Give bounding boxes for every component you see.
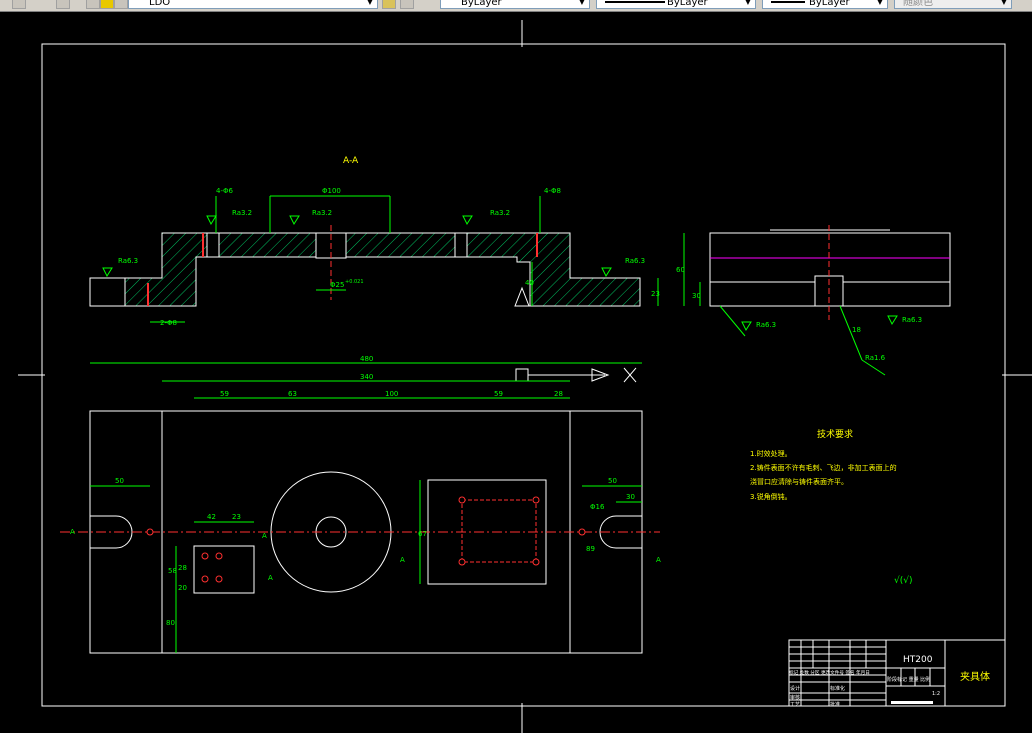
- svg-text:A: A: [400, 556, 405, 564]
- svg-text:Ra6.3: Ra6.3: [625, 257, 645, 265]
- svg-text:Ra3.2: Ra3.2: [490, 209, 510, 217]
- svg-text:Ra3.2: Ra3.2: [232, 209, 252, 217]
- layer-dropdown[interactable]: LDO ▼: [128, 0, 378, 9]
- side-view: 60 30 18 Ra6.3 Ra6.3 Ra1.6: [676, 225, 951, 376]
- technical-requirements: 技术要求 1.时效处理。 2.铸件表面不许有毛刺、飞边，非加工表面上的 浇冒口应…: [750, 428, 913, 586]
- svg-text:批准: 批准: [830, 701, 840, 708]
- sun-icon[interactable]: [100, 0, 114, 9]
- svg-text:80: 80: [166, 619, 175, 627]
- svg-text:89: 89: [586, 545, 595, 553]
- svg-text:Φ25: Φ25: [330, 281, 344, 289]
- svg-text:标记 处数 分区 更改文件号 签名 年月日: 标记 处数 分区 更改文件号 签名 年月日: [789, 669, 870, 676]
- lightbulb-icon[interactable]: [86, 0, 100, 9]
- plan-view: [60, 367, 660, 654]
- svg-text:23: 23: [651, 290, 660, 298]
- linetype-dropdown[interactable]: ByLayer ▼: [596, 0, 756, 9]
- lineweight-dropdown[interactable]: ByLayer ▼: [762, 0, 888, 9]
- linetype-sample: [605, 1, 665, 3]
- svg-text:23: 23: [232, 513, 241, 521]
- svg-text:Ra3.2: Ra3.2: [312, 209, 332, 217]
- section-title: A-A: [343, 156, 359, 166]
- svg-text:设计: 设计: [790, 685, 800, 692]
- svg-text:Ra1.6: Ra1.6: [865, 354, 886, 362]
- plotstyle-dropdown[interactable]: 随颜色 ▼: [894, 0, 1012, 9]
- svg-text:审核: 审核: [790, 694, 800, 701]
- color-dropdown[interactable]: ByLayer ▼: [440, 0, 590, 9]
- svg-text:HT200: HT200: [903, 655, 933, 665]
- svg-text:+0.021: +0.021: [345, 279, 364, 285]
- svg-text:340: 340: [360, 373, 373, 381]
- chevron-down-icon: ▼: [876, 0, 884, 6]
- layer-dropdown-value: LDO: [149, 0, 171, 8]
- svg-text:60: 60: [676, 266, 685, 274]
- svg-text:工艺: 工艺: [790, 702, 800, 708]
- svg-text:59: 59: [494, 390, 503, 398]
- svg-text:58: 58: [168, 567, 177, 575]
- svg-text:63: 63: [288, 390, 297, 398]
- layer-manager-icon[interactable]: [12, 0, 26, 9]
- svg-text:40: 40: [525, 279, 534, 287]
- plotstyle-dropdown-value: 随颜色: [903, 0, 933, 8]
- svg-text:A: A: [262, 532, 267, 540]
- svg-text:1:2: 1:2: [932, 691, 940, 697]
- svg-text:浇冒口应清除与铸件表面齐平。: 浇冒口应清除与铸件表面齐平。: [750, 477, 848, 486]
- chevron-down-icon: ▼: [366, 0, 374, 6]
- svg-text:A: A: [70, 528, 75, 536]
- linetype-dropdown-value: ByLayer: [667, 0, 708, 8]
- svg-text:Ra6.3: Ra6.3: [756, 321, 776, 329]
- lineweight-sample: [771, 1, 805, 3]
- svg-text:28: 28: [178, 564, 187, 572]
- svg-text:59: 59: [220, 390, 229, 398]
- svg-text:50: 50: [115, 477, 124, 485]
- svg-text:20: 20: [178, 584, 187, 592]
- section-markers: A A A A A: [70, 528, 661, 582]
- chevron-down-icon: ▼: [578, 0, 586, 6]
- svg-text:A: A: [656, 556, 661, 564]
- svg-text:67: 67: [418, 530, 427, 538]
- svg-text:阶段标记 重量 比例: 阶段标记 重量 比例: [887, 676, 930, 683]
- svg-text:Ra6.3: Ra6.3: [902, 316, 922, 324]
- chevron-down-icon: ▼: [744, 0, 752, 6]
- svg-text:夹具体: 夹具体: [960, 670, 990, 683]
- section-view: [89, 225, 641, 307]
- svg-text:42: 42: [207, 513, 216, 521]
- svg-text:2.铸件表面不许有毛刺、飞边，非加工表面上的: 2.铸件表面不许有毛刺、飞边，非加工表面上的: [750, 463, 897, 472]
- svg-text:1.时效处理。: 1.时效处理。: [750, 449, 792, 458]
- svg-text:Φ100: Φ100: [322, 187, 341, 195]
- drawing-canvas[interactable]: A-A 4-Φ6 4-Φ8 Φ100 Φ25 +0.021 2-Φ8 40 23…: [0, 11, 1032, 733]
- ucs-icon: [515, 368, 529, 382]
- svg-text:2-Φ8: 2-Φ8: [160, 319, 177, 327]
- svg-text:4-Φ8: 4-Φ8: [544, 187, 561, 195]
- svg-text:480: 480: [360, 355, 373, 363]
- svg-text:30: 30: [692, 292, 701, 300]
- plan-dimensions: [90, 362, 642, 653]
- svg-text:标准化: 标准化: [830, 685, 845, 692]
- svg-text:Ra6.3: Ra6.3: [118, 257, 138, 265]
- svg-text:Φ16: Φ16: [590, 503, 605, 511]
- svg-text:技术要求: 技术要求: [817, 428, 853, 440]
- layer-previous-icon[interactable]: [400, 0, 414, 9]
- make-object-layer-current-icon[interactable]: [382, 0, 396, 9]
- svg-text:A: A: [268, 574, 273, 582]
- svg-text:100: 100: [385, 390, 398, 398]
- svg-text:50: 50: [608, 477, 617, 485]
- svg-text:30: 30: [626, 493, 635, 501]
- chevron-down-icon: ▼: [1000, 0, 1008, 6]
- roughness-symbol: √(√): [894, 575, 913, 586]
- svg-text:28: 28: [554, 390, 563, 398]
- svg-text:18: 18: [852, 326, 861, 334]
- layer-states-icon[interactable]: [56, 0, 70, 9]
- lineweight-dropdown-value: ByLayer: [809, 0, 850, 8]
- svg-text:3.锐角倒钝。: 3.锐角倒钝。: [750, 492, 792, 501]
- title-block: HT200 夹具体 标记 处数 分区 更改文件号 签名 年月日 阶段标记 重量 …: [788, 639, 1006, 708]
- svg-text:4-Φ6: 4-Φ6: [216, 187, 233, 195]
- color-dropdown-value: ByLayer: [461, 0, 502, 8]
- lock-icon[interactable]: [114, 0, 128, 9]
